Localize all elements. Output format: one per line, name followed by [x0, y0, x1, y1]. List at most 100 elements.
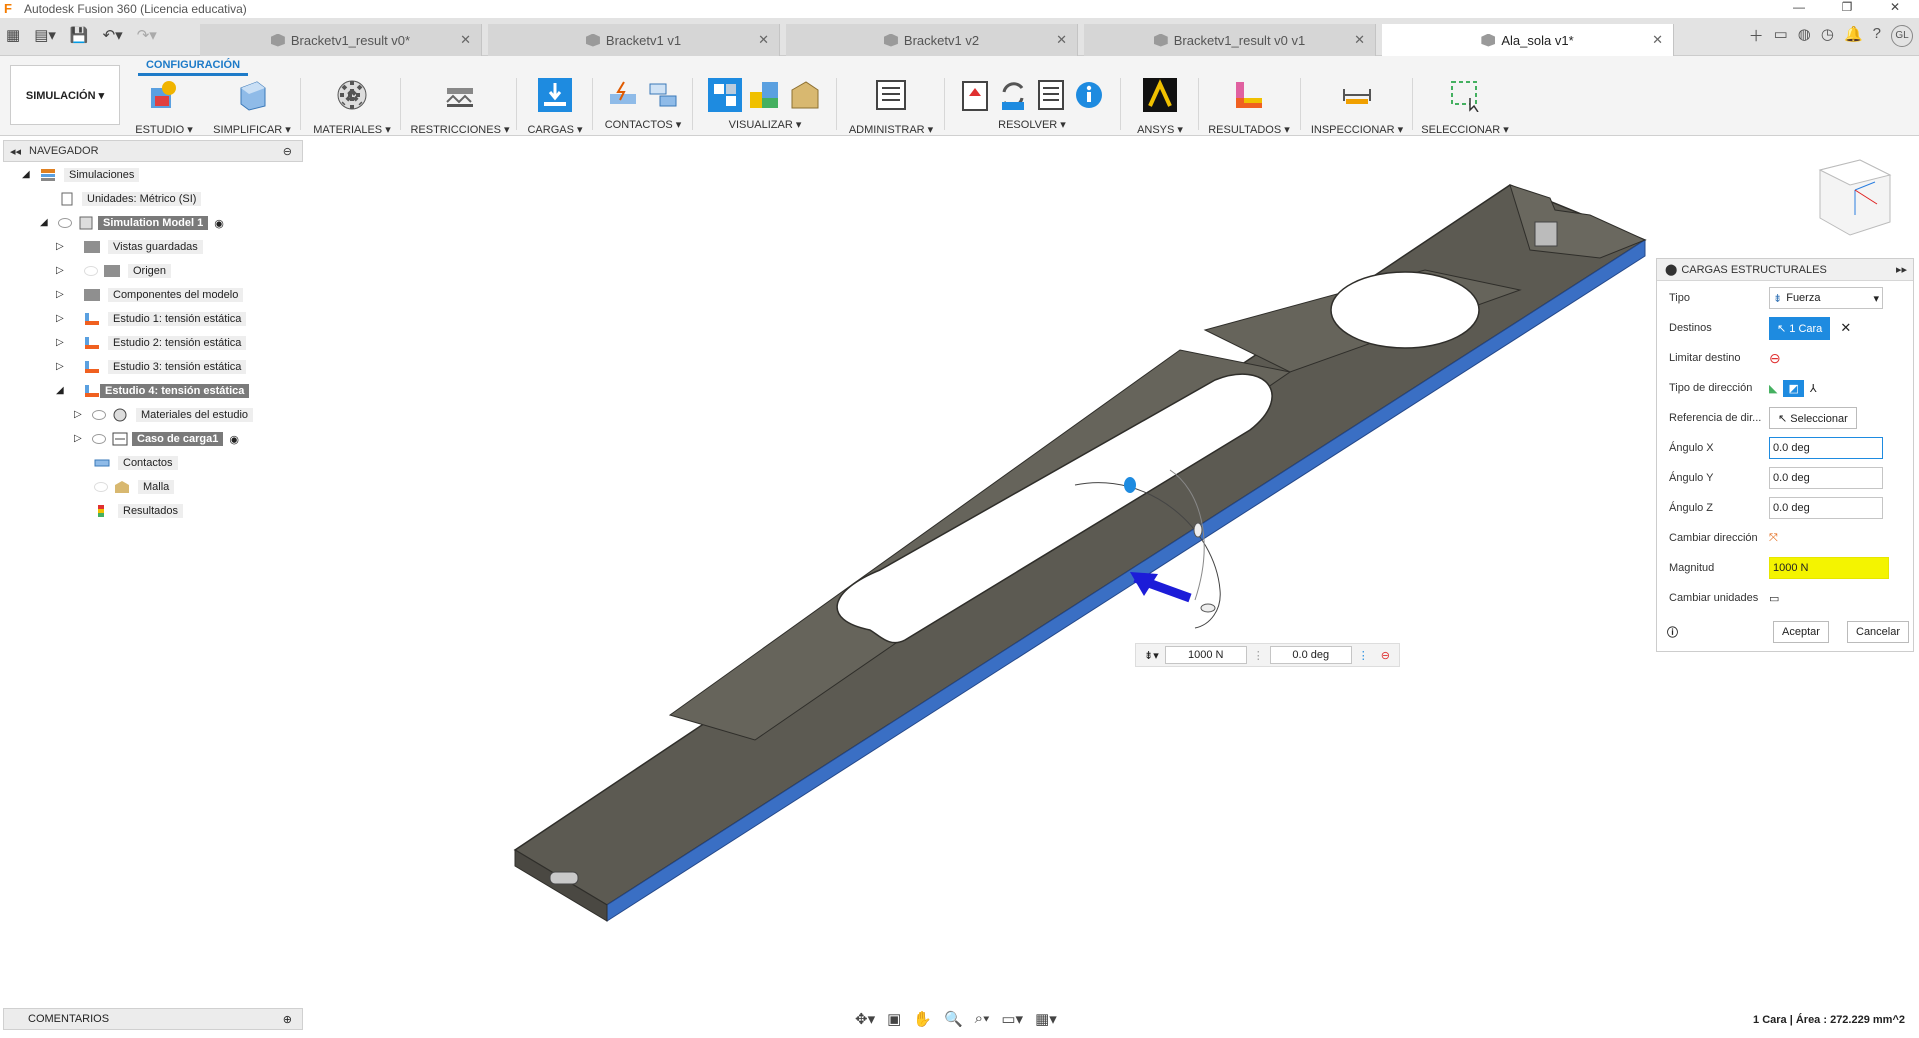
visibility-eye-icon[interactable] [84, 266, 98, 276]
hud-magnitude-input[interactable]: 1000 N [1164, 646, 1247, 664]
comments-bar[interactable]: COMENTARIOS ⊕ [3, 1008, 303, 1030]
expand-arrow-icon[interactable]: ▷ [56, 290, 66, 300]
user-avatar[interactable]: GL [1891, 25, 1913, 47]
hud-limit-icon[interactable]: ⊖ [1381, 649, 1390, 662]
hud-more-icon[interactable]: ⋮ [1358, 649, 1369, 662]
tree-estudio-1[interactable]: ▷ Estudio 1: tensión estática [56, 310, 247, 328]
close-window-icon[interactable]: ✕ [1871, 0, 1919, 14]
display-settings-icon[interactable]: ▭▾ [1001, 1010, 1023, 1028]
restore-icon[interactable]: ❐ [1823, 0, 1871, 14]
expand-arrow-icon[interactable]: ▷ [74, 410, 84, 420]
restricciones-button[interactable]: RESTRICCIONES ▾ [410, 78, 510, 136]
workspace-switcher[interactable]: SIMULACIÓN ▾ [10, 65, 120, 125]
visualizar-button[interactable]: VISUALIZAR ▾ [700, 78, 830, 134]
angulo-x-input[interactable]: 0.0 deg [1769, 437, 1883, 459]
tree-estudio-2[interactable]: ▷ Estudio 2: tensión estática [56, 334, 247, 352]
tree-estudio-3[interactable]: ▷ Estudio 3: tensión estática [56, 358, 247, 376]
tab-configuracion[interactable]: CONFIGURACIÓN [138, 56, 248, 76]
contactos-button[interactable]: CONTACTOS ▾ [600, 78, 686, 134]
seleccionar-button[interactable]: SELECCIONAR ▾ [1420, 78, 1510, 136]
ansys-button[interactable]: ANSYS ▾ [1128, 78, 1192, 136]
rotation-handle[interactable] [1124, 477, 1136, 493]
data-panel-grid-icon[interactable]: ▦ [6, 26, 20, 44]
tree-origen[interactable]: ▷ Origen [56, 262, 172, 280]
materiales-button[interactable]: MATERIALES ▾ [310, 78, 394, 136]
grid-settings-icon[interactable]: ▦▾ [1035, 1010, 1057, 1028]
administrar-button[interactable]: ADMINISTRAR ▾ [844, 78, 938, 136]
visibility-eye-icon[interactable] [92, 434, 106, 444]
chat-icon[interactable]: ▭ [1774, 25, 1788, 47]
zoom-icon[interactable]: 🔍 [944, 1010, 963, 1028]
aceptar-button[interactable]: Aceptar [1773, 621, 1829, 643]
browser-header[interactable]: ◂◂ NAVEGADOR ⊖ [3, 140, 303, 162]
fit-icon[interactable]: ⌕▾ [975, 1010, 990, 1028]
tree-simulation-model[interactable]: ◢ Simulation Model 1 ◉ [40, 214, 224, 232]
tree-estudio-4[interactable]: ◢ Estudio 4: tensión estática [56, 382, 250, 400]
visibility-eye-icon[interactable] [94, 482, 108, 492]
expand-arrow-icon[interactable]: ▷ [56, 266, 66, 276]
inspeccionar-button[interactable]: INSPECCIONAR ▾ [1308, 78, 1406, 136]
units-icon[interactable]: ▭ [1769, 592, 1779, 605]
resolver-button[interactable]: RESOLVER ▾ [950, 78, 1114, 134]
tree-simulaciones[interactable]: ◢ Simulaciones [22, 166, 140, 184]
magnitud-input[interactable]: 1000 N [1769, 557, 1889, 579]
expand-dialog-icon[interactable]: ▸▸ [1896, 263, 1907, 276]
info-icon[interactable]: ⓘ [1667, 624, 1678, 640]
collapse-browser-icon[interactable]: ◂◂ [10, 145, 21, 158]
tipo-select[interactable]: ⇟ Fuerza ▾ [1769, 287, 1883, 309]
visibility-eye-icon[interactable] [58, 218, 72, 228]
tree-caso-carga[interactable]: ▷ Caso de carga1 ◉ [74, 430, 239, 448]
close-tab-icon[interactable]: ✕ [1354, 32, 1365, 48]
flip-direction-icon[interactable]: ⤧ [1769, 532, 1778, 545]
rotation-handle[interactable] [1193, 522, 1203, 538]
tab-bracketv1-v2[interactable]: Bracketv1 v2 ✕ [786, 24, 1078, 56]
pan-icon[interactable]: ✋ [913, 1010, 932, 1028]
pin-icon[interactable]: ⊖ [283, 145, 292, 158]
clear-selection-icon[interactable]: ✕ [1840, 320, 1851, 336]
undo-icon[interactable]: ↶▾ [103, 26, 123, 44]
xyz-direction-icon[interactable]: ⅄ [1810, 382, 1817, 395]
tab-bracketv1-v1[interactable]: Bracketv1 v1 ✕ [488, 24, 780, 56]
expand-arrow-icon[interactable]: ▷ [56, 362, 66, 372]
tree-malla[interactable]: Malla [94, 478, 175, 496]
notifications-icon[interactable]: 🔔 [1844, 25, 1863, 47]
tree-componentes[interactable]: ▷ Componentes del modelo [56, 286, 244, 304]
angulo-y-input[interactable]: 0.0 deg [1769, 467, 1883, 489]
job-status-icon[interactable]: ◷ [1821, 25, 1834, 47]
seleccionar-reference-button[interactable]: ↖ Seleccionar [1769, 407, 1857, 429]
collapse-arrow-icon[interactable]: ◢ [22, 170, 32, 180]
extensions-icon[interactable]: ◍ [1798, 25, 1811, 47]
close-tab-icon[interactable]: ✕ [1056, 32, 1067, 48]
cancelar-button[interactable]: Cancelar [1847, 621, 1910, 643]
resultados-button[interactable]: RESULTADOS ▾ [1206, 78, 1292, 136]
file-menu-icon[interactable]: ▤▾ [34, 26, 56, 44]
close-tab-icon[interactable]: ✕ [758, 32, 769, 48]
activate-radio-icon[interactable]: ◉ [229, 433, 239, 446]
visibility-eye-icon[interactable] [92, 410, 106, 420]
expand-arrow-icon[interactable]: ▷ [56, 314, 66, 324]
angulo-z-input[interactable]: 0.0 deg [1769, 497, 1883, 519]
tree-vistas-guardadas[interactable]: ▷ Vistas guardadas [56, 238, 203, 256]
close-tab-icon[interactable]: ✕ [1652, 32, 1663, 48]
new-tab-icon[interactable]: ＋ [1749, 25, 1764, 47]
cargas-button[interactable]: CARGAS ▾ [524, 78, 586, 136]
collapse-arrow-icon[interactable]: ◢ [40, 218, 50, 228]
collapse-arrow-icon[interactable]: ◢ [56, 386, 66, 396]
selected-face[interactable] [606, 239, 1646, 922]
simplificar-button[interactable]: SIMPLIFICAR ▾ [212, 78, 292, 136]
close-tab-icon[interactable]: ✕ [460, 32, 471, 48]
rotation-handle[interactable] [1200, 603, 1216, 613]
activate-radio-icon[interactable]: ◉ [214, 217, 224, 230]
expand-arrow-icon[interactable]: ▷ [56, 242, 66, 252]
force-type-icon[interactable]: ⇟▾ [1144, 649, 1159, 662]
limit-target-icon[interactable]: ⊖ [1769, 350, 1781, 367]
tree-resultados[interactable]: Resultados [94, 502, 184, 520]
destinos-selection-button[interactable]: ↖ 1 Cara [1769, 316, 1831, 340]
hud-angle-input[interactable]: 0.0 deg [1269, 646, 1352, 664]
minimize-icon[interactable]: — [1775, 0, 1823, 14]
look-at-icon[interactable]: ▣ [887, 1010, 901, 1028]
tab-bracketv1-result-v0[interactable]: Bracketv1_result v0* ✕ [200, 24, 482, 56]
collapse-dialog-icon[interactable]: ⬤ [1665, 263, 1677, 276]
tree-contactos[interactable]: Contactos [94, 454, 178, 472]
help-icon[interactable]: ? [1873, 25, 1881, 47]
